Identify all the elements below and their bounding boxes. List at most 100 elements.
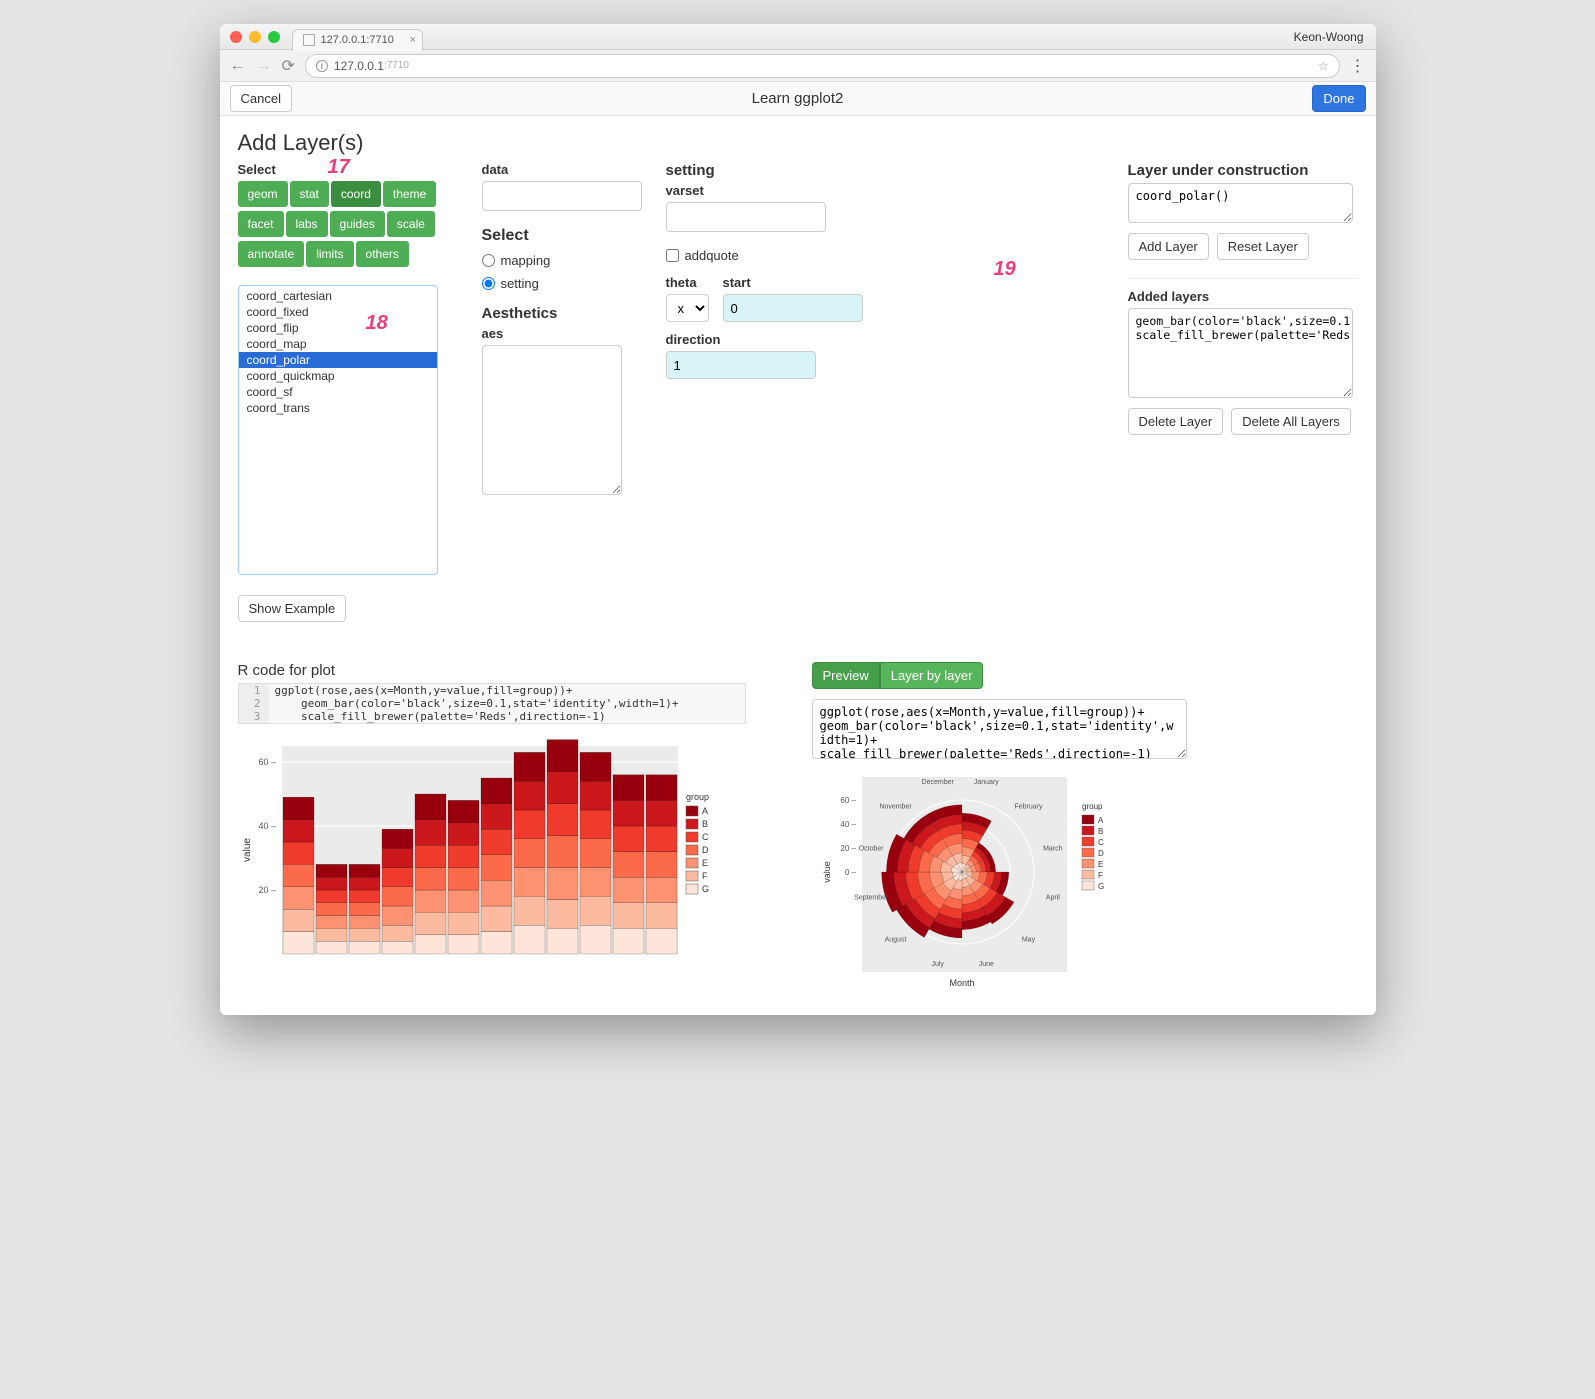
start-label: start <box>723 275 863 290</box>
aes-label: aes <box>482 326 642 341</box>
tab-theme[interactable]: theme <box>383 181 436 207</box>
svg-text:April: April <box>1045 894 1059 901</box>
back-icon[interactable]: ← <box>230 57 246 75</box>
start-input[interactable] <box>723 294 863 322</box>
varset-label: varset <box>666 183 826 198</box>
data-input[interactable] <box>482 181 642 211</box>
svg-text:C: C <box>702 832 709 842</box>
svg-text:value: value <box>822 861 832 883</box>
tab-labs[interactable]: labs <box>286 211 328 237</box>
list-item[interactable]: coord_quickmap <box>239 368 437 384</box>
svg-text:E: E <box>1098 860 1103 869</box>
list-item[interactable]: coord_fixed <box>239 304 437 320</box>
svg-text:November: November <box>879 804 912 811</box>
svg-text:A: A <box>1098 816 1104 825</box>
svg-text:value: value <box>242 838 253 862</box>
mapping-radio[interactable] <box>482 254 495 267</box>
setting-label: setting <box>666 162 826 179</box>
setting-radio[interactable] <box>482 277 495 290</box>
svg-text:group: group <box>686 792 709 802</box>
svg-text:group: group <box>1082 802 1103 811</box>
url-host: 127.0.0.1 <box>334 59 384 73</box>
rcode-label: R code for plot <box>238 662 758 679</box>
reload-icon[interactable]: ⟳ <box>282 56 295 76</box>
aesthetics-label: Aesthetics <box>482 305 642 322</box>
svg-text:60 –: 60 – <box>840 796 856 805</box>
info-icon[interactable]: i <box>316 60 328 72</box>
svg-text:20 –: 20 – <box>840 844 856 853</box>
tab-geom[interactable]: geom <box>238 181 288 207</box>
data-label: data <box>482 162 642 177</box>
svg-text:June: June <box>978 961 993 968</box>
bar-chart: 20 –40 –60 –valuegroupABCDEFG <box>238 736 758 969</box>
coord-list[interactable]: coord_cartesiancoord_fixedcoord_flipcoor… <box>238 285 438 575</box>
bookmark-icon[interactable]: ☆ <box>1318 59 1329 73</box>
reset-layer-button[interactable]: Reset Layer <box>1217 233 1309 260</box>
window-minimize-icon[interactable] <box>249 31 261 43</box>
close-tab-icon[interactable]: × <box>409 34 415 46</box>
window-close-icon[interactable] <box>230 31 242 43</box>
svg-text:20 –: 20 – <box>258 885 276 895</box>
list-item[interactable]: coord_sf <box>239 384 437 400</box>
done-button[interactable]: Done <box>1312 85 1365 112</box>
svg-text:A: A <box>702 806 708 816</box>
added-layers-label: Added layers <box>1128 289 1358 304</box>
svg-text:Month: Month <box>949 978 974 988</box>
preview-code-textarea[interactable]: ggplot(rose,aes(x=Month,y=value,fill=gro… <box>812 699 1187 759</box>
chrome-menu-icon[interactable]: ⋮ <box>1350 56 1366 76</box>
mapping-radio-label: mapping <box>501 253 551 268</box>
layer-type-tabs: geomstatcoordtheme facetlabsguidesscale an… <box>238 181 458 271</box>
layer-by-layer-button[interactable]: Layer by layer <box>880 662 984 689</box>
svg-text:September: September <box>854 894 889 901</box>
tab-others[interactable]: others <box>356 241 409 267</box>
add-layer-button[interactable]: Add Layer <box>1128 233 1209 260</box>
list-item[interactable]: coord_trans <box>239 400 437 416</box>
preview-button[interactable]: Preview <box>812 662 880 689</box>
delete-all-layers-button[interactable]: Delete All Layers <box>1231 408 1351 435</box>
tab-guides[interactable]: guides <box>330 211 385 237</box>
tab-facet[interactable]: facet <box>238 211 284 237</box>
theta-select[interactable]: x <box>666 294 709 322</box>
content: Add Layer(s) 17 18 19 Select geomstatcoo… <box>220 116 1376 1015</box>
browser-tab[interactable]: 127.0.0.1:7710 × <box>292 29 423 51</box>
svg-text:0 –: 0 – <box>844 868 856 877</box>
polar-chart: 0 –20 –40 –60 –valueJanuaryFebruaryMarch… <box>812 767 1192 995</box>
list-item[interactable]: coord_flip <box>239 320 437 336</box>
varset-input[interactable] <box>666 202 826 232</box>
cancel-button[interactable]: Cancel <box>230 85 292 112</box>
svg-text:F: F <box>1098 871 1103 880</box>
svg-text:F: F <box>702 871 708 881</box>
profile-name[interactable]: Keon-Woong <box>1294 30 1364 44</box>
annotation-18: 18 <box>366 312 388 335</box>
forward-icon[interactable]: → <box>256 57 272 75</box>
addquote-checkbox[interactable] <box>666 249 679 262</box>
aes-textarea[interactable] <box>482 345 622 495</box>
svg-text:G: G <box>1098 882 1104 891</box>
list-item[interactable]: coord_cartesian <box>239 288 437 304</box>
tab-limits[interactable]: limits <box>306 241 353 267</box>
delete-layer-button[interactable]: Delete Layer <box>1128 408 1224 435</box>
svg-text:October: October <box>858 846 884 853</box>
svg-text:January: January <box>973 779 998 786</box>
titlebar: 127.0.0.1:7710 × Keon-Woong <box>220 24 1376 50</box>
tab-scale[interactable]: scale <box>387 211 435 237</box>
layer-under-textarea[interactable]: coord_polar() <box>1128 183 1353 223</box>
tab-annotate[interactable]: annotate <box>238 241 305 267</box>
window-zoom-icon[interactable] <box>268 31 280 43</box>
tab-coord[interactable]: coord <box>331 181 381 207</box>
select2-label: Select <box>482 227 642 245</box>
added-layers-textarea[interactable]: geom_bar(color='black',size=0.1,stat='id… <box>1128 308 1353 398</box>
svg-text:D: D <box>1098 849 1104 858</box>
svg-text:July: July <box>931 961 944 968</box>
show-example-button[interactable]: Show Example <box>238 595 347 622</box>
svg-text:B: B <box>1098 827 1103 836</box>
list-item[interactable]: coord_polar <box>239 352 437 368</box>
list-item[interactable]: coord_map <box>239 336 437 352</box>
direction-label: direction <box>666 332 826 347</box>
rcode-area[interactable]: 1ggplot(rose,aes(x=Month,y=value,fill=gr… <box>238 683 746 724</box>
modal-title: Learn ggplot2 <box>752 90 844 107</box>
tab-stat[interactable]: stat <box>290 181 329 207</box>
direction-input[interactable] <box>666 351 816 379</box>
tab-title: 127.0.0.1:7710 <box>321 34 394 46</box>
address-bar[interactable]: i 127.0.0.1:7710 ☆ <box>305 54 1340 78</box>
